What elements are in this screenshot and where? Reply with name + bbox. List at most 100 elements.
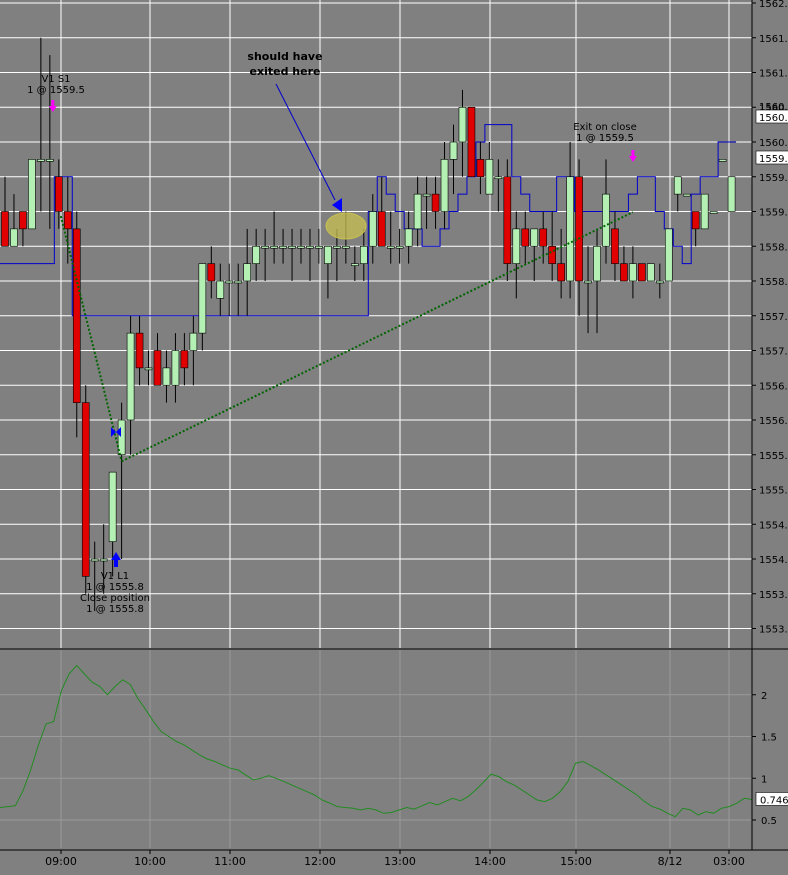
candle-up bbox=[395, 245, 404, 249]
candle-up bbox=[404, 228, 413, 247]
current-price-label: 1560.0 bbox=[759, 113, 788, 124]
candle-up bbox=[144, 367, 153, 371]
candle-up bbox=[315, 245, 323, 249]
x-tick-label: 11:00 bbox=[214, 855, 246, 868]
y-tick-label: 1559.25 bbox=[759, 208, 788, 219]
candle-up bbox=[90, 558, 99, 562]
indicator-y-tick-label: 2 bbox=[761, 691, 767, 702]
candle-up bbox=[342, 245, 350, 249]
candle-up bbox=[297, 245, 305, 249]
current-price-label: 1559.75 bbox=[759, 154, 788, 165]
candle-up bbox=[46, 159, 54, 162]
y-tick-label: 1555.75 bbox=[759, 451, 788, 462]
candle-up bbox=[647, 263, 655, 282]
candle-up bbox=[718, 159, 727, 162]
trade-label-long: Close position bbox=[80, 593, 150, 604]
y-tick-label: 1555.25 bbox=[759, 486, 788, 497]
candle-down bbox=[55, 176, 63, 212]
candle-down bbox=[1, 211, 9, 247]
price-chart: V1 S11 @ 1559.5V1 L11 @ 1555.8Close posi… bbox=[0, 0, 788, 875]
trade-label-short: V1 S1 bbox=[41, 74, 70, 85]
candle-up bbox=[530, 228, 539, 247]
candle-up bbox=[351, 263, 359, 266]
candle-up bbox=[198, 263, 207, 334]
candle-up bbox=[629, 263, 637, 282]
candle-down bbox=[638, 263, 646, 282]
x-tick-label: 8/12 bbox=[658, 855, 683, 868]
candle-up bbox=[243, 263, 251, 282]
candle-up bbox=[306, 245, 314, 249]
candle-down bbox=[467, 106, 476, 178]
candle-up bbox=[324, 245, 332, 264]
y-tick-label: 1559.75 bbox=[759, 173, 788, 184]
x-tick-label: 09:00 bbox=[45, 855, 77, 868]
x-tick-label: 15:00 bbox=[560, 855, 592, 868]
candle-up bbox=[673, 176, 682, 195]
candle-up bbox=[333, 245, 341, 249]
candle-down bbox=[503, 176, 512, 264]
candle-up bbox=[252, 245, 260, 264]
candle-up bbox=[700, 193, 709, 230]
y-tick-label: 1561.75 bbox=[759, 34, 788, 45]
candle-up bbox=[727, 176, 736, 212]
y-tick-label: 1560.25 bbox=[759, 138, 788, 149]
candle-up bbox=[126, 332, 135, 421]
candle-up bbox=[216, 280, 225, 299]
indicator-y-tick-label: 1 bbox=[761, 774, 767, 785]
candle-up bbox=[386, 245, 395, 249]
candle-up bbox=[279, 245, 287, 249]
candle-up bbox=[288, 245, 296, 249]
candle-up bbox=[458, 106, 467, 143]
candle-down bbox=[431, 193, 440, 212]
indicator-y-tick-label: 0.5 bbox=[761, 816, 777, 827]
candle-up bbox=[709, 211, 718, 214]
candle-down bbox=[135, 332, 144, 369]
candle-up bbox=[682, 193, 691, 197]
y-tick-label: 1557.25 bbox=[759, 347, 788, 358]
candle-up bbox=[28, 159, 36, 230]
candle-up bbox=[171, 350, 180, 386]
candle-up bbox=[225, 280, 234, 284]
y-tick-label: 1558.25 bbox=[759, 277, 788, 288]
candle-down bbox=[476, 159, 485, 178]
candle-down bbox=[207, 263, 216, 282]
trade-label-exit: 1 @ 1559.5 bbox=[576, 133, 634, 144]
indicator-y-tick-label: 1.5 bbox=[761, 733, 777, 744]
candle-up bbox=[512, 228, 521, 264]
annotation-text: exited here bbox=[250, 65, 321, 78]
y-tick-label: 1562.25 bbox=[759, 0, 788, 10]
candle-up bbox=[413, 193, 422, 230]
trade-label-long: V1 L1 bbox=[101, 571, 129, 582]
candle-down bbox=[691, 211, 700, 230]
candle-up bbox=[261, 245, 269, 249]
candle-up bbox=[99, 558, 108, 562]
candle-down bbox=[81, 402, 90, 577]
candle-down bbox=[557, 263, 565, 282]
candle-up bbox=[440, 159, 449, 212]
candle-down bbox=[521, 228, 530, 247]
candle-down bbox=[620, 263, 628, 282]
y-tick-label: 1556.75 bbox=[759, 381, 788, 392]
candle-up bbox=[449, 141, 458, 160]
x-tick-label: 12:00 bbox=[304, 855, 336, 868]
candle-down bbox=[72, 228, 81, 403]
candle-up bbox=[234, 280, 243, 284]
trade-label-exit: Exit on close bbox=[573, 122, 637, 133]
candle-down bbox=[19, 211, 27, 230]
y-tick-label: 1557.75 bbox=[759, 312, 788, 323]
candle-down bbox=[63, 211, 72, 230]
candle-up bbox=[368, 211, 377, 247]
x-tick-label: 14:00 bbox=[474, 855, 506, 868]
highlight-ellipse bbox=[325, 212, 367, 240]
candle-up bbox=[162, 367, 171, 386]
x-tick-label: 10:00 bbox=[134, 855, 166, 868]
candle-up bbox=[593, 245, 601, 282]
candle-up bbox=[359, 245, 368, 264]
candle-up bbox=[566, 176, 574, 282]
candle-down bbox=[611, 228, 619, 264]
candle-up bbox=[584, 280, 592, 284]
annotation-text: should have bbox=[247, 50, 322, 63]
x-tick-label: 03:00 bbox=[713, 855, 745, 868]
candle-up bbox=[189, 332, 198, 351]
candle-down bbox=[180, 350, 189, 369]
